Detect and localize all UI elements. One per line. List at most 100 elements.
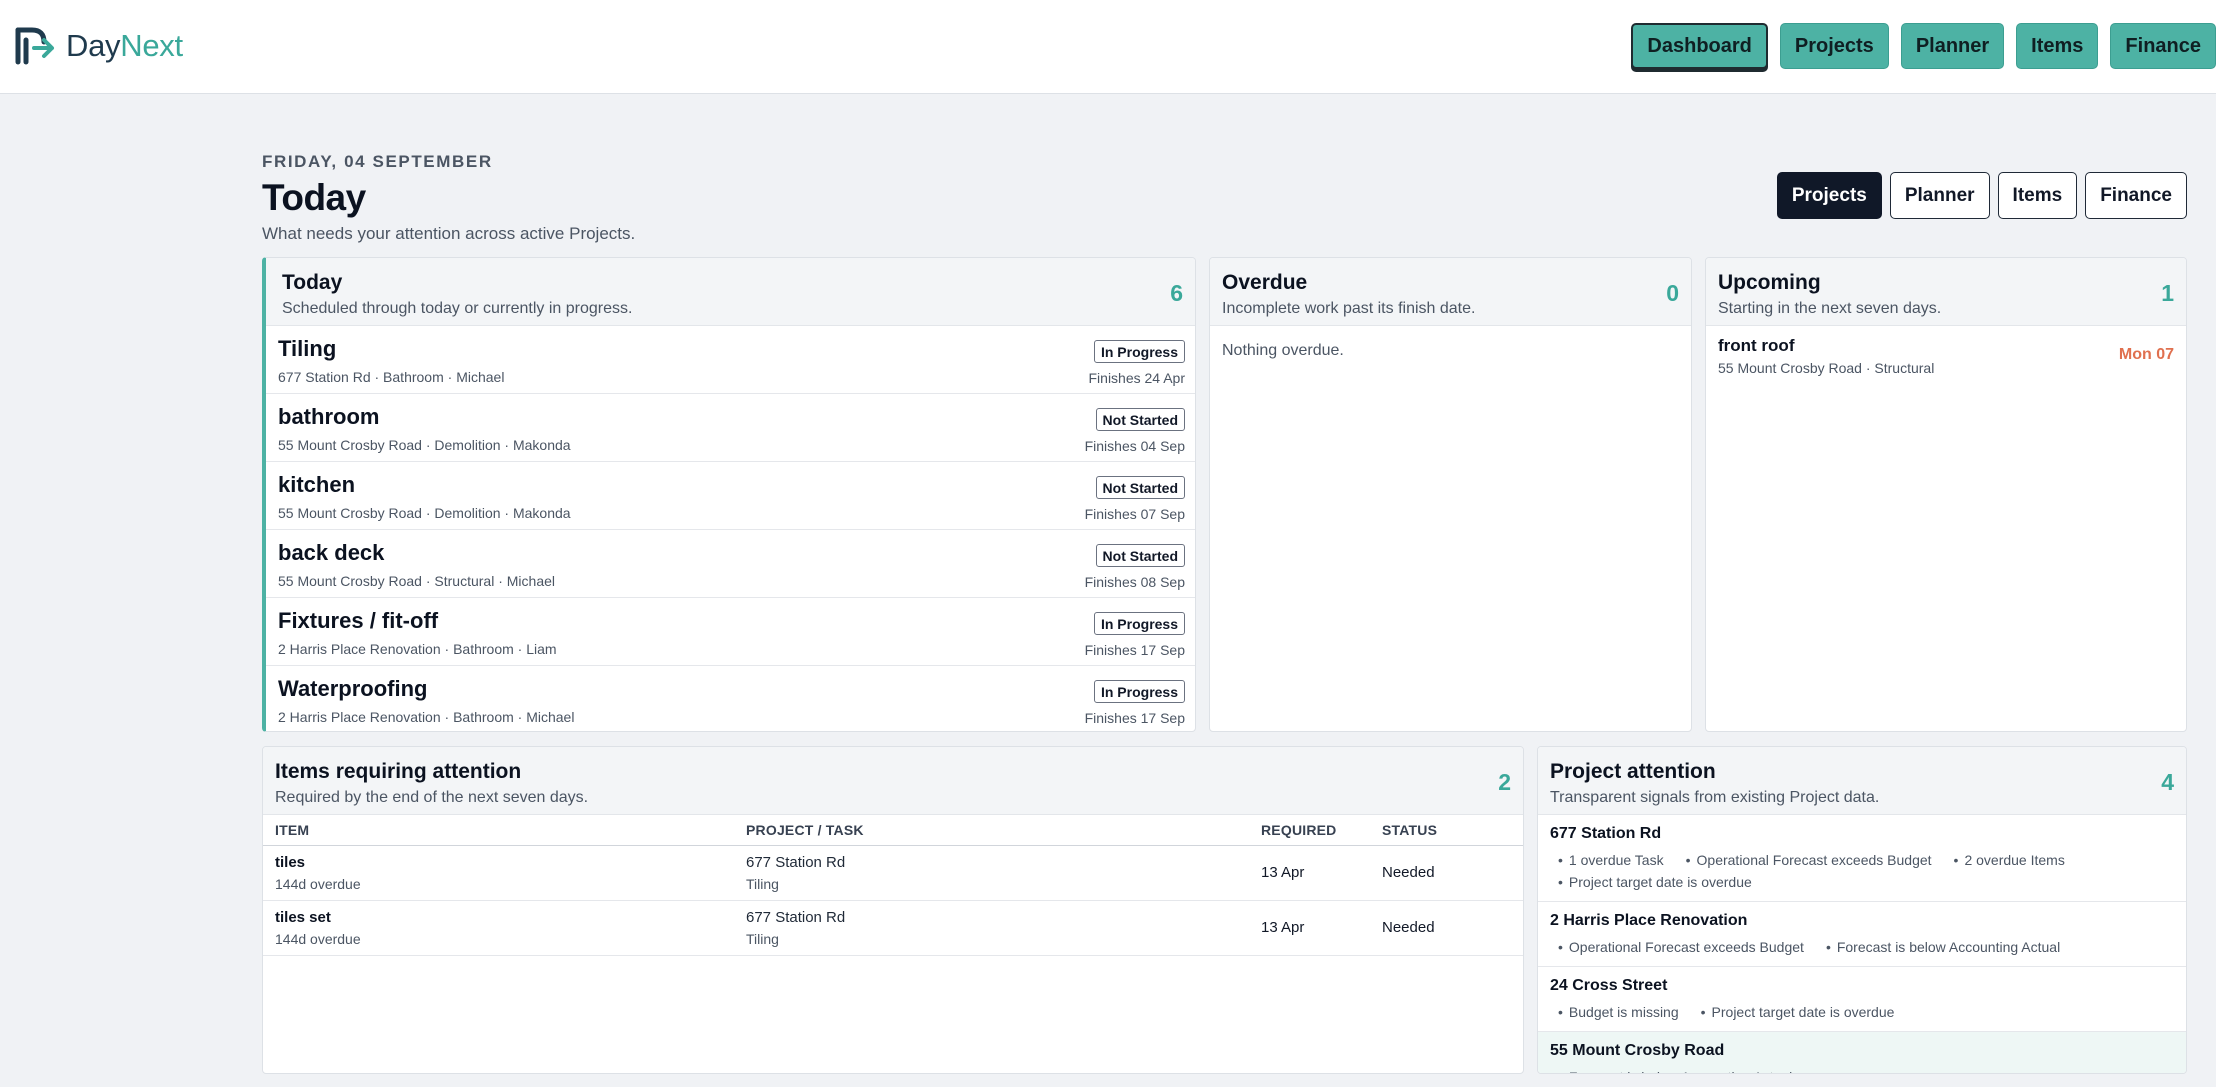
project-attention-count: 4 xyxy=(2161,769,2174,795)
project-name: 24 Cross Street xyxy=(1550,977,1668,994)
items-attention-subtitle: Required by the end of the next seven da… xyxy=(275,789,589,806)
col-required: REQUIRED xyxy=(1249,815,1370,846)
project-attention-item[interactable]: 677 Station Rd 1 overdue Task Operationa… xyxy=(1538,815,2186,902)
signal: Project target date is overdue xyxy=(1550,871,1752,893)
task-finish: Finishes 07 Sep xyxy=(1084,506,1185,522)
task-meta: 55 Mount Crosby Road · Structural · Mich… xyxy=(278,573,555,589)
items-table-header: ITEM PROJECT / TASK REQUIRED STATUS xyxy=(263,815,1523,846)
upcoming-item-name: front roof xyxy=(1718,336,1795,355)
today-panel-title: Today xyxy=(282,271,343,294)
status-badge: Not Started xyxy=(1095,476,1185,499)
task-row[interactable]: back deck 55 Mount Crosby Road · Structu… xyxy=(266,530,1195,598)
signal: Operational Forecast exceeds Budget xyxy=(1678,849,1932,871)
task-row[interactable]: bathroom 55 Mount Crosby Road · Demoliti… xyxy=(266,394,1195,462)
signal: Operational Forecast exceeds Budget xyxy=(1550,936,1804,958)
quick-nav: Projects Planner Items Finance xyxy=(1776,172,2187,219)
items-attention-header: Items requiring attention Required by th… xyxy=(263,747,1523,815)
item-project: 677 Station Rd xyxy=(746,853,846,871)
col-project-task: PROJECT / TASK xyxy=(734,815,1249,846)
col-status: STATUS xyxy=(1370,815,1523,846)
task-meta: 55 Mount Crosby Road · Demolition · Mako… xyxy=(278,437,571,453)
task-name: bathroom xyxy=(278,404,380,429)
task-meta: 2 Harris Place Renovation · Bathroom · M… xyxy=(278,709,575,725)
signal: Forecast is below Accounting Actual xyxy=(1818,936,2060,958)
task-row[interactable]: kitchen 55 Mount Crosby Road · Demolitio… xyxy=(266,462,1195,530)
nav-planner-button[interactable]: Planner xyxy=(1900,23,2005,69)
task-row[interactable]: Fixtures / fit-off 2 Harris Place Renova… xyxy=(266,598,1195,666)
item-status: Needed xyxy=(1382,919,1435,936)
overdue-panel-header: Overdue Incomplete work past its finish … xyxy=(1210,258,1691,326)
table-row[interactable]: tiles 144d overdue 677 Station Rd Tiling 1… xyxy=(263,845,1523,901)
task-name: Tiling xyxy=(278,336,337,361)
quick-items-button[interactable]: Items xyxy=(1997,172,2078,219)
brand-name: DayNext xyxy=(66,28,183,64)
item-overdue: 144d overdue xyxy=(275,930,361,947)
current-date: FRIDAY, 04 SEPTEMBER xyxy=(262,152,493,171)
task-finish: Finishes 08 Sep xyxy=(1084,574,1185,590)
upcoming-item-date: Mon 07 xyxy=(2118,346,2174,363)
item-task: Tiling xyxy=(746,875,779,892)
task-finish: Finishes 04 Sep xyxy=(1084,438,1185,454)
signal: 1 overdue Task xyxy=(1550,849,1664,871)
quick-projects-button[interactable]: Projects xyxy=(1776,172,1882,219)
signal: Budget is missing xyxy=(1550,1001,1679,1023)
today-panel-header: Today Scheduled through today or current… xyxy=(266,258,1195,326)
brand-next: Next xyxy=(120,28,183,63)
nav-dashboard-button[interactable]: Dashboard xyxy=(1631,23,1768,69)
status-badge: In Progress xyxy=(1093,612,1185,635)
project-attention-panel: Project attention Transparent signals fr… xyxy=(1537,746,2187,1074)
item-required: 13 Apr xyxy=(1261,864,1305,881)
overdue-count: 0 xyxy=(1666,280,1679,306)
page-title: Today xyxy=(262,177,366,218)
project-attention-item[interactable]: 24 Cross Street Budget is missing Projec… xyxy=(1538,967,2186,1032)
upcoming-panel-title: Upcoming xyxy=(1718,271,1821,294)
col-item: ITEM xyxy=(263,815,734,846)
project-signals: Operational Forecast exceeds Budget Fore… xyxy=(1550,936,2174,958)
item-task: Tiling xyxy=(746,930,779,947)
task-name: back deck xyxy=(278,540,385,565)
project-attention-item[interactable]: 55 Mount Crosby Road Forecast is below A… xyxy=(1538,1032,2186,1073)
task-finish: Finishes 24 Apr xyxy=(1088,370,1186,386)
status-badge: In Progress xyxy=(1093,680,1185,703)
overdue-empty-message: Nothing overdue. xyxy=(1222,342,1344,359)
task-name: kitchen xyxy=(278,472,356,497)
today-panel: Today Scheduled through today or current… xyxy=(262,257,1196,732)
task-meta: 2 Harris Place Renovation · Bathroom · L… xyxy=(278,641,557,657)
project-attention-item[interactable]: 2 Harris Place Renovation Operational Fo… xyxy=(1538,902,2186,967)
upcoming-item-meta: 55 Mount Crosby Road · Structural xyxy=(1718,360,1935,376)
daynext-logo[interactable]: DayNext xyxy=(14,26,183,66)
upcoming-count: 1 xyxy=(2161,280,2174,306)
project-attention-title: Project attention xyxy=(1550,760,1716,783)
overdue-panel-subtitle: Incomplete work past its finish date. xyxy=(1222,300,1476,317)
project-signals: 1 overdue Task Operational Forecast exce… xyxy=(1550,849,2174,893)
items-table: ITEM PROJECT / TASK REQUIRED STATUS tile… xyxy=(263,815,1523,956)
task-row[interactable]: Tiling 677 Station Rd · Bathroom · Micha… xyxy=(266,326,1195,394)
quick-planner-button[interactable]: Planner xyxy=(1889,172,1990,219)
task-meta: 55 Mount Crosby Road · Demolition · Mako… xyxy=(278,505,571,521)
upcoming-item[interactable]: front roof 55 Mount Crosby Road · Struct… xyxy=(1706,326,2186,378)
signal: Forecast is below Accounting Actual xyxy=(1550,1066,1792,1073)
status-badge: Not Started xyxy=(1095,544,1185,567)
items-attention-title: Items requiring attention xyxy=(275,760,522,783)
table-row[interactable]: tiles set 144d overdue 677 Station Rd Tili… xyxy=(263,900,1523,956)
signal: Project target date is overdue xyxy=(1693,1001,1895,1023)
page-subtitle: What needs your attention across active … xyxy=(262,224,636,243)
overdue-panel-title: Overdue xyxy=(1222,271,1308,294)
nav-projects-button[interactable]: Projects xyxy=(1779,23,1889,69)
task-name: Fixtures / fit-off xyxy=(278,608,439,633)
main-nav: Dashboard Projects Planner Items Finance xyxy=(1631,23,2216,69)
quick-finance-button[interactable]: Finance xyxy=(2085,172,2187,219)
item-name: tiles xyxy=(275,853,306,871)
project-signals: Budget is missing Project target date is… xyxy=(1550,1001,2174,1023)
task-row[interactable]: Waterproofing 2 Harris Place Renovation … xyxy=(266,666,1195,731)
project-name: 677 Station Rd xyxy=(1550,825,1662,842)
project-name: 55 Mount Crosby Road xyxy=(1550,1042,1725,1059)
overdue-panel: Overdue Incomplete work past its finish … xyxy=(1209,257,1692,732)
project-attention-subtitle: Transparent signals from existing Projec… xyxy=(1550,789,1880,806)
project-signals: Forecast is below Accounting Actual xyxy=(1550,1066,2174,1073)
status-badge: In Progress xyxy=(1093,340,1185,363)
project-attention-header: Project attention Transparent signals fr… xyxy=(1538,747,2186,815)
nav-finance-button[interactable]: Finance xyxy=(2110,23,2216,69)
items-attention-panel: Items requiring attention Required by th… xyxy=(262,746,1524,1074)
nav-items-button[interactable]: Items xyxy=(2016,23,2099,69)
